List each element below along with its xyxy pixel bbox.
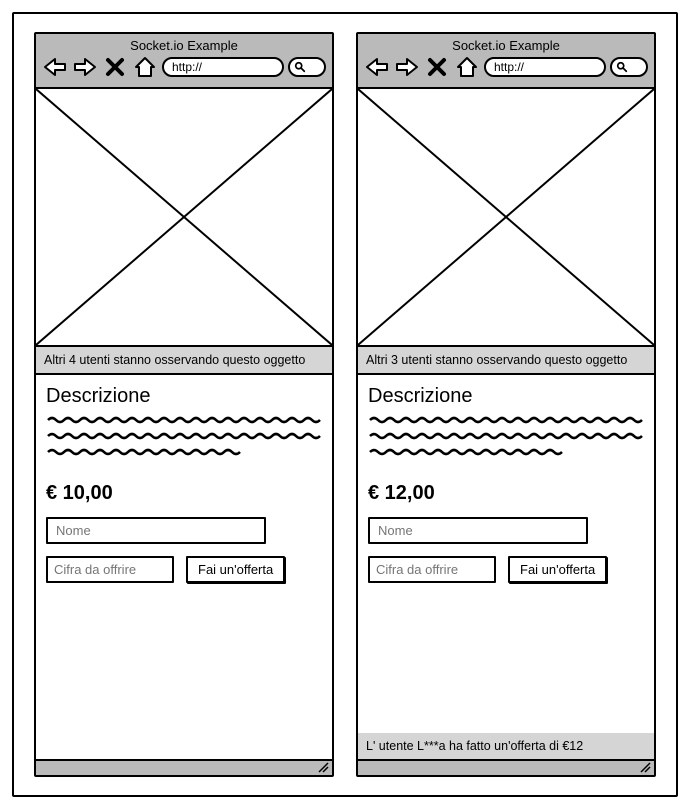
- browser-chrome: Socket.io Example http://: [36, 34, 332, 89]
- url-input[interactable]: http://: [484, 57, 606, 77]
- search-button[interactable]: [610, 57, 648, 77]
- name-input[interactable]: [368, 517, 588, 544]
- product-image-placeholder: [358, 89, 654, 347]
- forward-arrow-icon[interactable]: [394, 55, 420, 79]
- watching-count-bar: Altri 4 utenti stanno osservando questo …: [36, 347, 332, 375]
- resize-grip-icon: [639, 761, 651, 773]
- browser-title: Socket.io Example: [364, 38, 648, 53]
- search-icon: [294, 61, 306, 73]
- offer-amount-input[interactable]: [46, 556, 174, 583]
- close-x-icon[interactable]: [424, 55, 450, 79]
- offer-amount-input[interactable]: [368, 556, 496, 583]
- description-text-placeholder: [368, 414, 644, 470]
- footer-bar: [358, 759, 654, 775]
- phone-left: Socket.io Example http://: [34, 32, 334, 777]
- search-button[interactable]: [288, 57, 326, 77]
- back-arrow-icon[interactable]: [42, 55, 68, 79]
- wireframe-canvas: Socket.io Example http://: [12, 12, 678, 797]
- browser-controls: http://: [364, 55, 648, 79]
- url-input[interactable]: http://: [162, 57, 284, 77]
- price-display: € 12,00: [368, 482, 644, 505]
- offer-row: Fai un'offerta: [46, 556, 322, 583]
- browser-controls: http://: [42, 55, 326, 79]
- home-icon[interactable]: [454, 55, 480, 79]
- product-content: Descrizione € 10,00 Fai un'offerta: [36, 375, 332, 759]
- product-content: Descrizione € 12,00 Fai un'offerta: [358, 375, 654, 733]
- browser-title: Socket.io Example: [42, 38, 326, 53]
- description-heading: Descrizione: [46, 385, 322, 408]
- home-icon[interactable]: [132, 55, 158, 79]
- offer-notification-bar: L' utente L***a ha fatto un'offerta di €…: [358, 733, 654, 759]
- resize-grip-icon: [317, 761, 329, 773]
- submit-offer-button[interactable]: Fai un'offerta: [508, 556, 607, 583]
- forward-arrow-icon[interactable]: [72, 55, 98, 79]
- price-display: € 10,00: [46, 482, 322, 505]
- description-text-placeholder: [46, 414, 322, 470]
- product-image-placeholder: [36, 89, 332, 347]
- browser-chrome: Socket.io Example http://: [358, 34, 654, 89]
- close-x-icon[interactable]: [102, 55, 128, 79]
- name-input[interactable]: [46, 517, 266, 544]
- submit-offer-button[interactable]: Fai un'offerta: [186, 556, 285, 583]
- offer-row: Fai un'offerta: [368, 556, 644, 583]
- description-heading: Descrizione: [368, 385, 644, 408]
- search-icon: [616, 61, 628, 73]
- watching-count-bar: Altri 3 utenti stanno osservando questo …: [358, 347, 654, 375]
- back-arrow-icon[interactable]: [364, 55, 390, 79]
- footer-bar: [36, 759, 332, 775]
- phone-right: Socket.io Example http://: [356, 32, 656, 777]
